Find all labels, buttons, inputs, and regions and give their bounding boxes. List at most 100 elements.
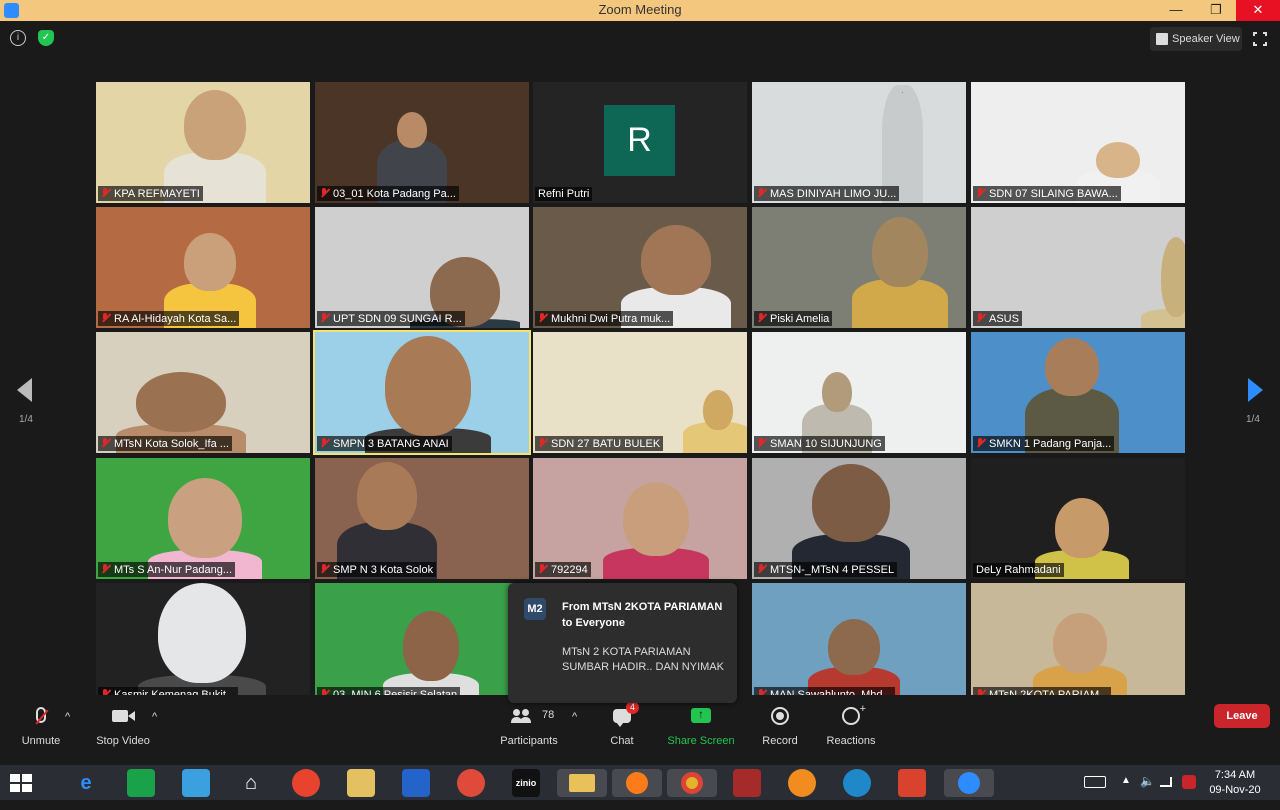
muted-mic-icon <box>101 313 110 323</box>
participant-video-face <box>403 611 459 681</box>
participant-tile[interactable]: SDN 27 BATU BULEK <box>533 332 747 453</box>
tray-expand-icon[interactable]: ▲ <box>1121 775 1131 810</box>
chrome-icon[interactable] <box>667 769 717 797</box>
muted-mic-icon <box>101 438 110 448</box>
participant-tile[interactable]: MAS DINIYAH LIMO JU... <box>752 82 966 203</box>
participant-video-face <box>641 225 711 295</box>
participant-name: MTs S An-Nur Padang... <box>114 564 232 576</box>
participant-tile[interactable]: SMPN 3 BATANG ANAI <box>313 330 531 455</box>
network-icon[interactable] <box>1160 777 1172 787</box>
page-indicator-right: 1/4 <box>1246 414 1260 425</box>
participant-tile[interactable]: KPA REFMAYETI <box>96 82 310 203</box>
previous-page-arrow-icon[interactable] <box>17 378 32 402</box>
audio-options-caret-icon[interactable]: ^ <box>65 711 70 723</box>
minimize-button[interactable]: — <box>1156 0 1196 21</box>
taskbar-clock[interactable]: 7:34 AM 09-Nov-20 <box>1206 768 1264 798</box>
orange-app-icon[interactable] <box>788 769 816 797</box>
video-options-caret-icon[interactable]: ^ <box>152 711 157 723</box>
participant-name-label: SMP N 3 Kota Solok <box>317 562 437 577</box>
chat-sender: From MTsN 2KOTA PARIAMAN to Everyone <box>562 601 723 629</box>
next-page-arrow-icon[interactable] <box>1248 378 1263 402</box>
participant-name: UPT SDN 09 SUNGAI R... <box>333 313 462 325</box>
muted-mic-icon <box>976 188 985 198</box>
participant-tile[interactable]: MTsN 2KOTA PARIAM... <box>971 583 1185 704</box>
participant-name-label: SDN 07 SILAING BAWA... <box>973 186 1121 201</box>
music-headphones-icon[interactable] <box>457 769 485 797</box>
muted-mic-icon <box>101 188 110 198</box>
file-explorer-icon[interactable] <box>557 769 607 797</box>
participant-name-label: DeLy Rahmadani <box>973 563 1064 577</box>
fullscreen-icon[interactable] <box>1252 31 1268 47</box>
keyboard-icon[interactable] <box>1084 776 1106 788</box>
chat-notification-popup[interactable]: M2 From MTsN 2KOTA PARIAMAN to Everyone … <box>508 583 737 703</box>
participant-tile[interactable]: SMP N 3 Kota Solok <box>315 458 529 579</box>
muted-mic-icon <box>538 438 547 448</box>
record-label: Record <box>762 735 798 747</box>
participant-name: SDN 27 BATU BULEK <box>551 438 661 450</box>
meeting-area: i ✓ Speaker View 1/4 1/4 KPA REFMAYETI 03… <box>0 21 1280 765</box>
participant-name-label: MTsN Kota Solok_Ifa ... <box>98 436 232 451</box>
store-icon[interactable] <box>127 769 155 797</box>
muted-mic-icon <box>757 438 766 448</box>
participant-name-label: 03_01 Kota Padang Pa... <box>317 186 459 201</box>
encryption-shield-icon[interactable]: ✓ <box>38 30 54 46</box>
edge-icon[interactable] <box>843 769 871 797</box>
mail-envelope-icon[interactable] <box>402 769 430 797</box>
participant-video-face <box>872 217 928 287</box>
participant-tile[interactable]: MTsN Kota Solok_Ifa ... <box>96 332 310 453</box>
participant-tile[interactable]: MAN Sawahlunto_Mhd... <box>752 583 966 704</box>
participant-tile[interactable]: SMKN 1 Padang Panja... <box>971 332 1185 453</box>
volume-icon[interactable]: 🔈 <box>1140 774 1155 809</box>
participant-tile[interactable]: 03_01 Kota Padang Pa... <box>315 82 529 203</box>
security-tray-icon[interactable] <box>1182 775 1196 789</box>
app-red-icon[interactable] <box>292 769 320 797</box>
participant-tile[interactable]: Kasmir Kemenag Bukit... <box>96 583 310 704</box>
leave-meeting-button[interactable]: Leave <box>1214 704 1270 728</box>
participant-video-face <box>828 619 880 675</box>
participants-options-caret-icon[interactable]: ^ <box>572 711 577 723</box>
participant-name: MTsN Kota Solok_Ifa ... <box>114 438 229 450</box>
share-screen-label: Share Screen <box>667 735 735 747</box>
participant-tile[interactable]: Mukhni Dwi Putra muk... <box>533 207 747 328</box>
zinio-icon[interactable]: zinio <box>512 769 540 797</box>
muted-microphone-icon <box>36 707 46 723</box>
muted-mic-icon <box>757 188 766 198</box>
participant-name: MTSN-_MTsN 4 PESSEL <box>770 564 895 576</box>
unmute-label: Unmute <box>21 735 61 747</box>
firefox-icon[interactable] <box>612 769 662 797</box>
internet-explorer-icon[interactable]: e <box>72 769 100 797</box>
mail-app-icon[interactable] <box>182 769 210 797</box>
restore-button[interactable]: ❐ <box>1196 0 1236 21</box>
participant-video-face <box>136 372 226 432</box>
participant-tile[interactable]: MTSN-_MTsN 4 PESSEL <box>752 458 966 579</box>
participant-name-label: MTSN-_MTsN 4 PESSEL <box>754 562 898 577</box>
participant-tile[interactable]: R Refni Putri <box>533 82 747 203</box>
participant-tile[interactable]: ASUS <box>971 207 1185 328</box>
participant-count: 78 <box>542 709 555 721</box>
participant-tile[interactable]: SDN 07 SILAING BAWA... <box>971 82 1185 203</box>
participant-name-label: 792294 <box>535 562 591 577</box>
home-icon[interactable]: ⌂ <box>237 769 265 797</box>
participant-name-label: MTs S An-Nur Padang... <box>98 562 235 577</box>
participant-tile[interactable]: SMAN 10 SIJUNJUNG <box>752 332 966 453</box>
participant-tile[interactable]: 792294 <box>533 458 747 579</box>
participant-tile[interactable]: DeLy Rahmadani <box>971 458 1185 579</box>
participant-tile[interactable]: 03_MIN 6 Pesisir Selatan <box>315 583 529 704</box>
participant-tile[interactable]: UPT SDN 09 SUNGAI R... <box>315 207 529 328</box>
participant-name: Mukhni Dwi Putra muk... <box>551 313 671 325</box>
winrar-icon[interactable] <box>733 769 761 797</box>
close-button[interactable]: ✕ <box>1236 0 1280 21</box>
participant-tile[interactable]: RA Al-Hidayah Kota Sa... <box>96 207 310 328</box>
participant-video-face <box>385 336 471 436</box>
participant-name: 792294 <box>551 564 588 576</box>
participant-tile[interactable]: MTs S An-Nur Padang... <box>96 458 310 579</box>
red-app-icon[interactable] <box>898 769 926 797</box>
zoom-taskbar-icon[interactable] <box>944 769 994 797</box>
clock-date: 09-Nov-20 <box>1209 784 1261 796</box>
info-icon[interactable]: i <box>10 30 26 46</box>
windows-start-icon[interactable] <box>10 774 32 792</box>
document-icon[interactable] <box>347 769 375 797</box>
participant-video-face <box>1045 338 1099 396</box>
participant-tile[interactable]: Piski Amelia <box>752 207 966 328</box>
speaker-view-button[interactable]: Speaker View <box>1150 27 1242 51</box>
